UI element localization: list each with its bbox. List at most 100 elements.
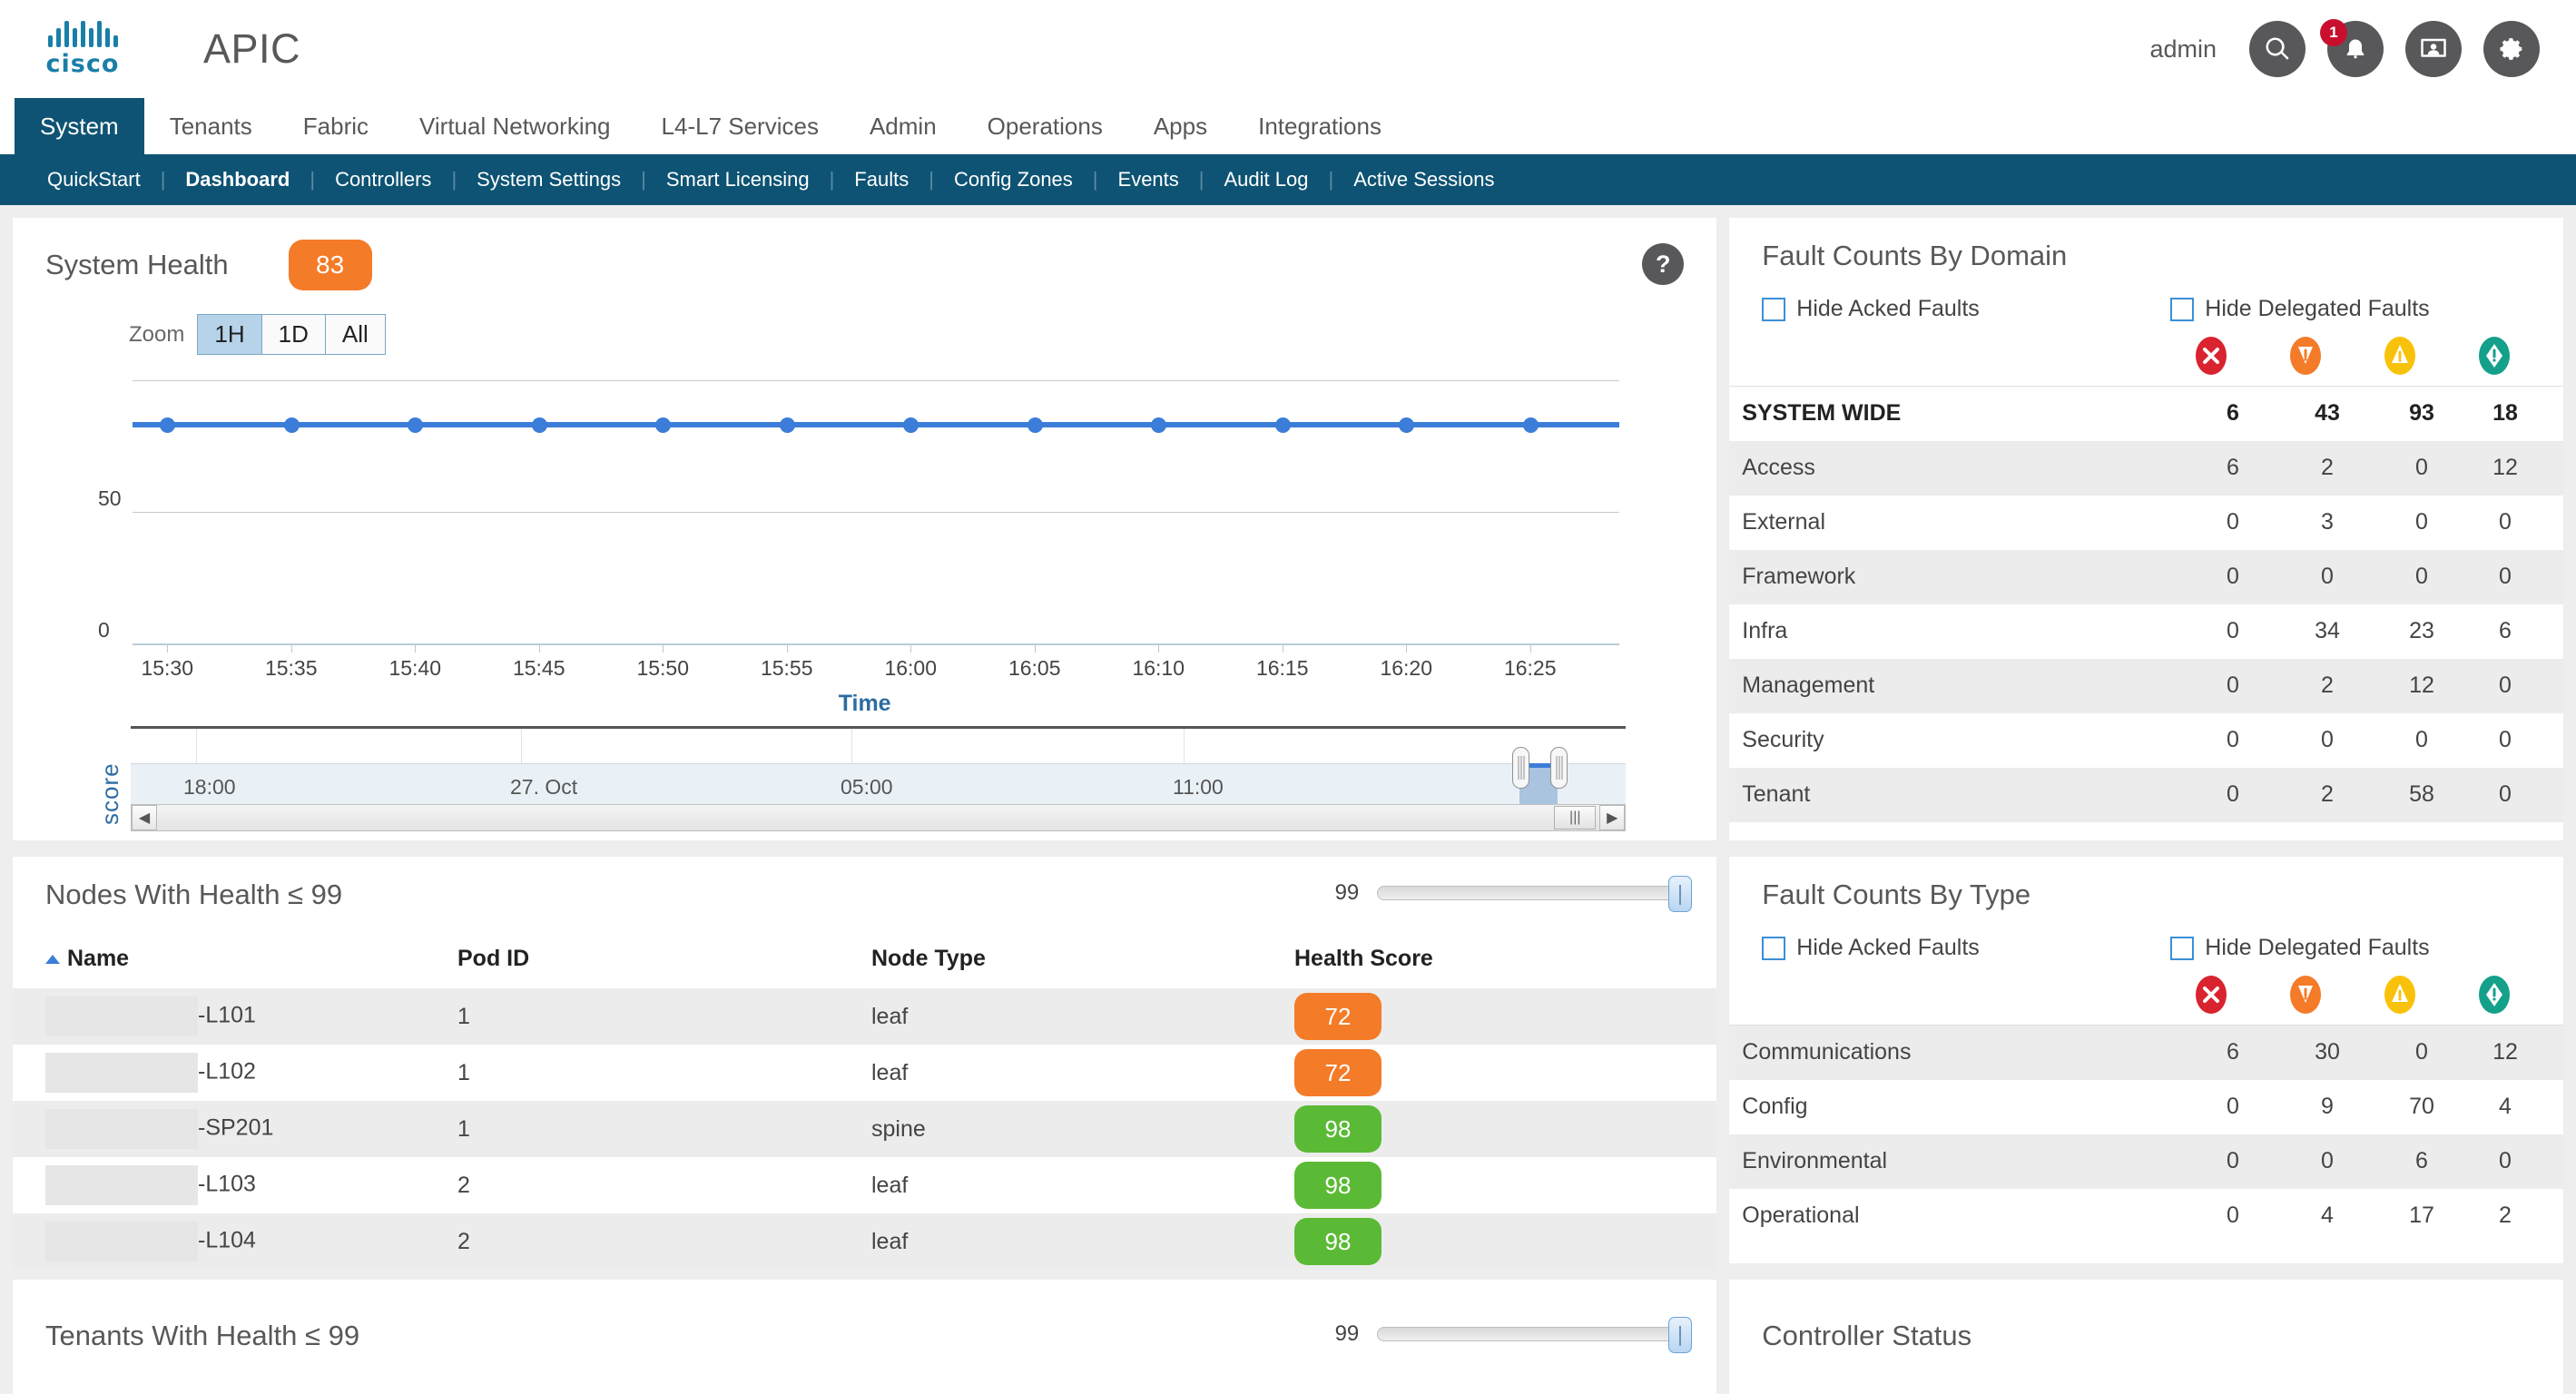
table-row[interactable]: -L1032leaf98 <box>13 1157 1716 1213</box>
fault-type-severity-header <box>1729 961 2563 1025</box>
table-row[interactable]: Communications630012 <box>1729 1026 2563 1080</box>
fault-warning-count: 4 <box>2469 1080 2563 1134</box>
subnav-system-settings[interactable]: System Settings <box>457 168 641 191</box>
hide-delegated-checkbox-type[interactable] <box>2170 937 2194 960</box>
chart-data-point[interactable] <box>655 417 671 433</box>
hide-delegated-checkbox-domain[interactable] <box>2170 298 2194 321</box>
sub-nav: QuickStart | Dashboard | Controllers | S… <box>0 154 2576 205</box>
fault-warning-count: 12 <box>2469 441 2563 496</box>
critical-icon[interactable] <box>2164 335 2258 377</box>
table-row[interactable]: External0300 <box>1729 496 2563 550</box>
table-row[interactable]: -L1011leaf72 <box>13 988 1716 1045</box>
fault-row-name: SYSTEM WIDE <box>1729 387 2186 441</box>
scrollbar-left-arrow[interactable]: ◀ <box>132 805 157 830</box>
nav-tab-integrations[interactable]: Integrations <box>1233 98 1407 154</box>
table-row[interactable]: Access62012 <box>1729 441 2563 496</box>
nodes-slider-knob[interactable] <box>1668 876 1692 912</box>
hide-acked-checkbox-domain[interactable] <box>1762 298 1785 321</box>
tenants-slider-track[interactable] <box>1377 1327 1684 1341</box>
nav-tab-admin[interactable]: Admin <box>844 98 962 154</box>
tenants-slider-knob[interactable] <box>1668 1317 1692 1353</box>
fault-row-name: External <box>1729 496 2186 550</box>
chart-x-tick-label: 16:00 <box>860 656 960 681</box>
chart-data-point[interactable] <box>284 417 300 433</box>
chart-data-point[interactable] <box>408 417 423 433</box>
search-icon[interactable] <box>2249 21 2306 77</box>
subnav-config-zones[interactable]: Config Zones <box>934 168 1093 191</box>
nodes-col-name[interactable]: Name <box>13 933 457 988</box>
table-row[interactable]: Security0000 <box>1729 713 2563 768</box>
table-row[interactable]: Tenant02580 <box>1729 768 2563 822</box>
zoom-button-1d[interactable]: 1D <box>262 315 326 354</box>
minor-icon[interactable] <box>2353 974 2447 1016</box>
minor-icon[interactable] <box>2353 335 2447 377</box>
chart-data-point[interactable] <box>780 417 795 433</box>
chart-x-tick <box>1158 645 1159 653</box>
hide-delegated-faults-domain[interactable]: Hide Delegated Faults <box>2170 296 2429 322</box>
help-icon[interactable]: ? <box>1642 243 1684 285</box>
nodes-slider-track[interactable] <box>1377 886 1684 900</box>
chart-navigator[interactable]: 18:00 27. Oct 05:00 11:00 ◀ ▶ ||| <box>131 726 1626 826</box>
table-row[interactable]: -L1042leaf98 <box>13 1213 1716 1270</box>
table-row[interactable]: -SP2011spine98 <box>13 1101 1716 1157</box>
subnav-active-sessions[interactable]: Active Sessions <box>1333 168 1514 191</box>
nav-tab-virtual-networking[interactable]: Virtual Networking <box>394 98 636 154</box>
chart-data-point[interactable] <box>1151 417 1166 433</box>
table-row[interactable]: Management02120 <box>1729 659 2563 713</box>
settings-gear-icon[interactable] <box>2483 21 2540 77</box>
major-icon[interactable] <box>2258 335 2353 377</box>
subnav-audit-log[interactable]: Audit Log <box>1204 168 1329 191</box>
tenants-health-slider[interactable]: 99 <box>1335 1321 1685 1347</box>
nodes-col-node-type[interactable]: Node Type <box>871 933 1294 988</box>
nav-tab-l4-l7-services[interactable]: L4-L7 Services <box>636 98 844 154</box>
subnav-events[interactable]: Events <box>1098 168 1199 191</box>
table-row[interactable]: Config09704 <box>1729 1080 2563 1134</box>
subnav-smart-licensing[interactable]: Smart Licensing <box>646 168 830 191</box>
chart-data-point[interactable] <box>532 417 547 433</box>
chart-data-point[interactable] <box>1027 417 1043 433</box>
chart-x-tick-label: 16:20 <box>1356 656 1456 681</box>
subnav-quickstart[interactable]: QuickStart <box>27 168 161 191</box>
nav-tab-apps[interactable]: Apps <box>1128 98 1233 154</box>
zoom-button-all[interactable]: All <box>326 315 385 354</box>
warning-icon[interactable] <box>2447 974 2542 1016</box>
table-row[interactable]: SYSTEM WIDE6439318 <box>1729 387 2563 441</box>
navigator-scrollbar[interactable]: ◀ ▶ ||| <box>131 804 1626 831</box>
subnav-dashboard[interactable]: Dashboard <box>165 168 310 191</box>
chart-data-point[interactable] <box>1523 417 1539 433</box>
hide-acked-checkbox-type[interactable] <box>1762 937 1785 960</box>
fault-minor-count: 17 <box>2374 1189 2469 1243</box>
table-row[interactable]: Framework0000 <box>1729 550 2563 604</box>
chart-data-point[interactable] <box>1275 417 1291 433</box>
nav-tab-system[interactable]: System <box>15 98 144 154</box>
remote-screen-icon[interactable] <box>2405 21 2462 77</box>
subnav-controllers[interactable]: Controllers <box>315 168 451 191</box>
navigator-handle-right[interactable] <box>1550 747 1568 789</box>
subnav-faults[interactable]: Faults <box>834 168 929 191</box>
notifications-bell-icon[interactable]: 1 <box>2327 21 2384 77</box>
nav-tab-tenants[interactable]: Tenants <box>144 98 278 154</box>
chart-data-point[interactable] <box>160 417 175 433</box>
critical-icon[interactable] <box>2164 974 2258 1016</box>
zoom-button-1h[interactable]: 1H <box>198 315 261 354</box>
table-row[interactable]: Environmental0060 <box>1729 1134 2563 1189</box>
hide-delegated-faults-type[interactable]: Hide Delegated Faults <box>2170 935 2429 961</box>
scrollbar-thumb[interactable]: ||| <box>1554 806 1596 830</box>
hide-acked-faults-domain[interactable]: Hide Acked Faults <box>1762 296 2170 322</box>
chart-data-point[interactable] <box>903 417 919 433</box>
nodes-col-health[interactable]: Health Score <box>1294 933 1716 988</box>
nav-tab-fabric[interactable]: Fabric <box>278 98 394 154</box>
node-name-cell: -L102 <box>13 1045 457 1101</box>
scrollbar-right-arrow[interactable]: ▶ <box>1599 805 1625 830</box>
table-row[interactable]: Operational04172 <box>1729 1189 2563 1243</box>
table-row[interactable]: Infra034236 <box>1729 604 2563 659</box>
chart-data-point[interactable] <box>1399 417 1414 433</box>
warning-icon[interactable] <box>2447 335 2542 377</box>
major-icon[interactable] <box>2258 974 2353 1016</box>
nav-tab-operations[interactable]: Operations <box>962 98 1128 154</box>
hide-acked-faults-type[interactable]: Hide Acked Faults <box>1762 935 2170 961</box>
nodes-health-slider[interactable]: 99 <box>1335 880 1685 906</box>
nodes-col-pod-id[interactable]: Pod ID <box>457 933 871 988</box>
navigator-handle-left[interactable] <box>1512 747 1529 789</box>
table-row[interactable]: -L1021leaf72 <box>13 1045 1716 1101</box>
